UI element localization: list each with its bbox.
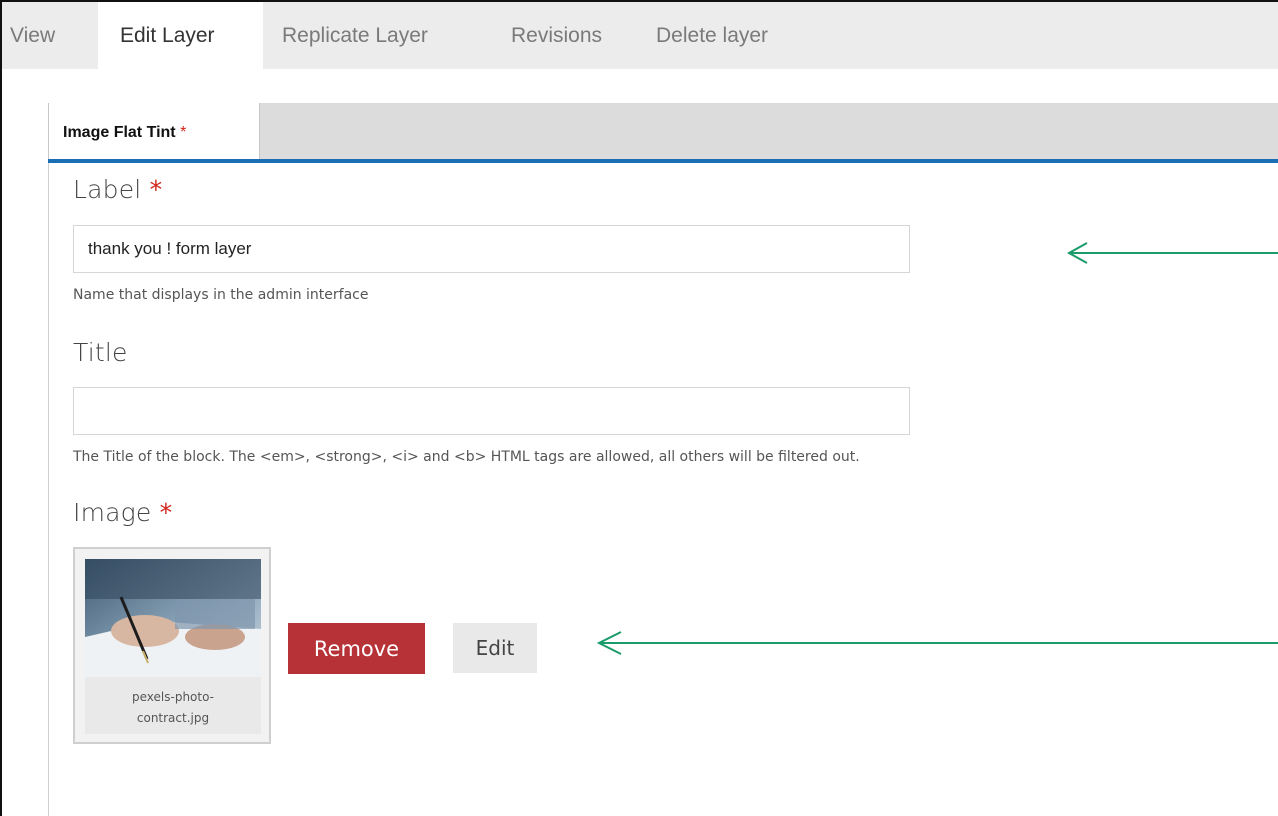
primary-tabs: View Edit Layer Replicate Layer Revision…: [2, 2, 1278, 69]
label-help-text: Name that displays in the admin interfac…: [73, 287, 369, 303]
label-field-title: Label *: [73, 175, 162, 204]
content-left-border: [48, 163, 49, 816]
label-input[interactable]: [73, 225, 910, 273]
image-field-title-text: Image: [73, 498, 152, 527]
remove-image-button[interactable]: Remove: [288, 623, 425, 674]
title-help-text: The Title of the block. The <em>, <stron…: [73, 449, 860, 465]
image-thumbnail-card: pexels-photo- contract.jpg: [73, 547, 271, 744]
required-marker: *: [159, 498, 173, 527]
image-filename-line1: pexels-photo-: [132, 690, 214, 704]
tab-revisions[interactable]: Revisions: [511, 2, 602, 69]
contract-photo-thumbnail[interactable]: [85, 559, 261, 677]
tab-view[interactable]: View: [10, 2, 55, 69]
image-filename: pexels-photo- contract.jpg: [85, 677, 261, 734]
title-field-title-text: Title: [73, 338, 128, 367]
tab-delete-layer[interactable]: Delete layer: [656, 2, 768, 69]
vertical-tab-label: Image Flat Tint: [63, 124, 176, 141]
image-field-title: Image *: [73, 498, 172, 527]
left-arrow-icon: [1066, 242, 1278, 264]
required-marker: *: [149, 175, 163, 204]
tab-edit-layer[interactable]: Edit Layer: [98, 2, 263, 69]
left-arrow-icon: [596, 631, 1278, 655]
title-field-title: Title: [73, 338, 128, 367]
required-marker: *: [180, 124, 187, 141]
edit-image-button[interactable]: Edit: [453, 623, 537, 673]
tab-underline: [48, 159, 1278, 163]
label-field-title-text: Label: [73, 175, 142, 204]
tab-replicate-layer[interactable]: Replicate Layer: [282, 2, 428, 69]
title-input[interactable]: [73, 387, 910, 435]
vertical-tab-image-flat-tint[interactable]: Image Flat Tint *: [49, 103, 260, 161]
image-filename-line2: contract.jpg: [136, 711, 210, 725]
